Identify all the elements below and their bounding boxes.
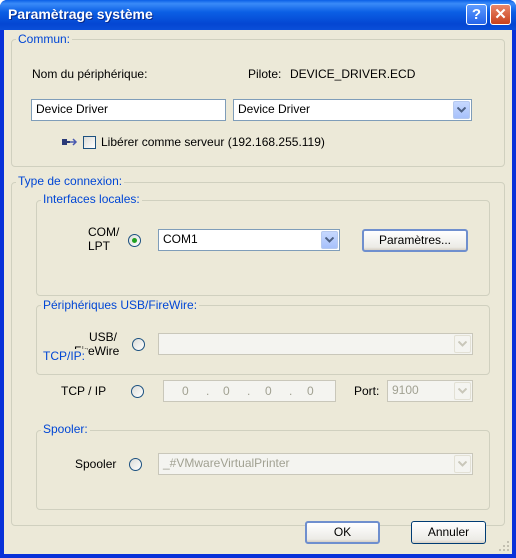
driver-select[interactable]: Device Driver [233, 99, 472, 121]
com-lpt-label-line1: COM/ [88, 225, 120, 239]
ip-address-input[interactable]: 0 . 0 . 0 . 0 [163, 380, 336, 402]
spooler-value: _#VMwareVirtualPrinter [163, 456, 290, 470]
tcp-legend: TCP/IP: [41, 349, 88, 363]
ip-octet-4: 0 [307, 384, 314, 398]
title-bar[interactable]: Paramètrage système ? ✕ [0, 0, 516, 30]
chevron-down-icon[interactable] [321, 231, 338, 249]
close-button[interactable]: ✕ [490, 4, 511, 25]
usb-label-line1: USB/ [89, 330, 118, 344]
driver-label: Pilote: [248, 67, 282, 81]
chevron-down-icon[interactable] [454, 382, 471, 400]
com-lpt-label-line2: LPT [88, 239, 111, 253]
local-interface-radio[interactable] [128, 234, 141, 247]
ip-octet-1: 0 [182, 384, 189, 398]
device-name-input[interactable]: Device Driver [31, 99, 226, 121]
driver-value: DEVICE_DRIVER.ECD [290, 67, 416, 81]
tcp-label: TCP / IP [61, 384, 107, 398]
chevron-down-icon[interactable] [454, 335, 471, 353]
share-server-checkbox[interactable] [83, 136, 96, 149]
spooler-radio[interactable] [129, 458, 142, 471]
help-button[interactable]: ? [466, 4, 487, 25]
resize-grip-icon[interactable] [498, 540, 510, 552]
tcp-radio[interactable] [131, 385, 144, 398]
usb-legend: Périphériques USB/FireWire: [41, 298, 200, 312]
chevron-down-icon[interactable] [453, 101, 470, 119]
chevron-down-icon[interactable] [454, 455, 471, 473]
device-name-label: Nom du périphérique: [32, 67, 148, 81]
connection-legend: Type de connexion: [16, 174, 125, 188]
dialog-client: Commun: Nom du périphérique: Pilote: DEV… [4, 30, 512, 554]
cancel-button[interactable]: Annuler [411, 521, 486, 544]
port-value: 9100 [392, 383, 419, 397]
window-title: Paramètrage système [8, 6, 153, 22]
dialog-window: Paramètrage système ? ✕ Commun: Nom du p… [0, 0, 516, 558]
ip-octet-2: 0 [223, 384, 230, 398]
usb-radio[interactable] [132, 338, 145, 351]
ok-button[interactable]: OK [305, 521, 380, 544]
parameters-button[interactable]: Paramètres... [362, 229, 468, 252]
ip-octet-3: 0 [265, 384, 272, 398]
port-select[interactable]: 9100 [387, 380, 473, 402]
port-label: Port: [354, 384, 380, 398]
local-interfaces-legend: Interfaces locales: [41, 192, 142, 206]
server-share-icon [62, 138, 78, 146]
com-port-select[interactable]: COM1 [158, 229, 340, 251]
spooler-label: Spooler [75, 457, 117, 471]
driver-select-value: Device Driver [238, 102, 311, 116]
radio-selected-dot [132, 238, 137, 243]
share-server-label[interactable]: Libérer comme serveur (192.168.255.119) [101, 135, 325, 149]
usb-device-select[interactable] [158, 333, 473, 355]
commun-legend: Commun: [16, 32, 73, 46]
spooler-select[interactable]: _#VMwareVirtualPrinter [158, 453, 473, 475]
spooler-legend: Spooler: [41, 422, 90, 436]
com-port-value: COM1 [163, 232, 198, 246]
